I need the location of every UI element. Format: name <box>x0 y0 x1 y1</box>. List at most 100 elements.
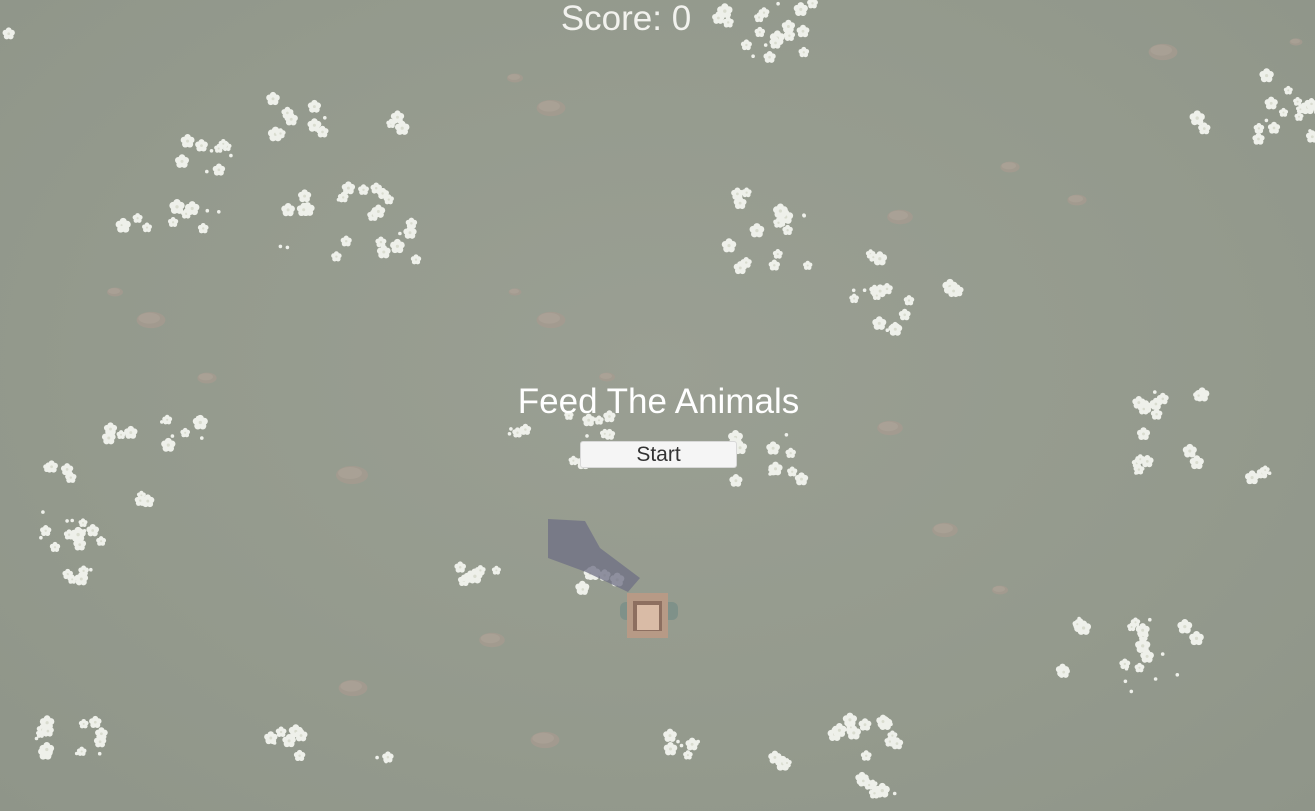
white-flower <box>1259 68 1274 83</box>
white-flower <box>358 184 369 195</box>
pebble <box>1289 38 1303 46</box>
white-flower <box>860 750 872 761</box>
pebble <box>877 420 903 436</box>
white-flower <box>97 751 102 756</box>
white-flower <box>849 293 859 304</box>
white-flower <box>169 199 185 214</box>
pebble <box>508 288 522 296</box>
white-flower <box>49 541 61 552</box>
white-flower <box>197 222 209 234</box>
white-flower <box>1264 118 1269 123</box>
white-flower <box>888 322 903 336</box>
white-flower <box>881 283 893 295</box>
white-flower <box>685 737 699 751</box>
white-flower <box>89 567 93 572</box>
white-flower <box>39 742 55 757</box>
white-flower <box>740 39 752 51</box>
white-flower <box>832 723 847 737</box>
white-flower <box>323 116 327 120</box>
white-flower <box>1267 121 1281 134</box>
pebble <box>932 522 958 538</box>
white-flower <box>405 217 418 229</box>
white-flower <box>1153 677 1158 681</box>
pebble <box>479 632 505 648</box>
white-flower <box>298 189 312 203</box>
white-flower <box>70 526 86 542</box>
white-flower <box>331 251 342 262</box>
white-flower <box>180 134 195 148</box>
white-flower <box>229 153 233 158</box>
white-flower <box>382 751 394 763</box>
white-flower <box>1260 465 1270 475</box>
white-flower <box>858 718 872 731</box>
white-flower <box>132 213 143 223</box>
white-flower <box>217 210 221 214</box>
white-flower <box>78 518 88 528</box>
white-flower <box>205 208 210 213</box>
start-button[interactable]: Start <box>580 441 737 468</box>
white-flower <box>184 201 200 216</box>
pebble <box>136 311 166 329</box>
white-flower <box>751 54 755 58</box>
white-flower <box>1177 619 1193 634</box>
white-flower <box>784 433 789 437</box>
white-flower <box>281 202 295 217</box>
white-flower <box>103 422 118 436</box>
white-flower <box>1175 673 1180 677</box>
white-flower <box>1293 97 1303 106</box>
white-flower <box>175 154 189 168</box>
white-flower <box>78 718 89 729</box>
white-flower <box>1148 617 1152 622</box>
white-flower <box>307 99 321 113</box>
white-flower <box>86 524 100 537</box>
white-flower <box>195 139 208 152</box>
white-flower <box>1123 679 1128 684</box>
white-flower <box>787 466 798 477</box>
white-flower <box>200 436 204 440</box>
white-flower <box>41 510 45 514</box>
white-flower <box>266 91 280 106</box>
white-flower <box>1189 630 1204 646</box>
white-flower <box>370 182 382 194</box>
white-flower <box>34 736 39 741</box>
white-flower <box>768 461 783 476</box>
white-flower <box>741 187 752 198</box>
white-flower <box>461 577 466 582</box>
white-flower <box>768 750 782 764</box>
white-flower <box>491 565 501 575</box>
white-flower <box>785 447 796 458</box>
white-flower <box>285 245 290 250</box>
game-title: Feed The Animals <box>517 382 800 421</box>
pebble <box>992 585 1008 595</box>
white-flower <box>167 216 179 227</box>
white-flower <box>1252 132 1265 145</box>
score-display: Score: 0 <box>560 0 692 38</box>
white-flower <box>454 561 466 573</box>
pebble <box>1148 43 1178 61</box>
white-flower <box>1134 662 1145 673</box>
white-flower <box>851 288 856 293</box>
white-flower <box>39 715 55 730</box>
pebble <box>887 209 913 225</box>
pebble <box>1067 194 1087 206</box>
white-flower <box>212 163 226 176</box>
white-flower <box>1253 123 1265 134</box>
white-flower <box>1264 96 1278 110</box>
white-flower <box>898 308 911 321</box>
white-flower <box>1283 85 1293 95</box>
white-flower <box>96 536 107 546</box>
white-flower <box>782 224 793 236</box>
white-flower <box>1119 658 1131 670</box>
white-flower <box>892 791 897 796</box>
player-shadow <box>548 519 640 592</box>
white-flower <box>663 742 678 756</box>
white-flower <box>45 460 58 473</box>
white-flower <box>585 434 589 438</box>
white-flower <box>170 434 175 438</box>
pebble <box>338 679 368 697</box>
pebble <box>336 466 368 484</box>
white-flower <box>398 231 402 236</box>
white-flower <box>293 749 306 762</box>
white-flower <box>1077 616 1081 621</box>
white-flower <box>281 106 294 119</box>
